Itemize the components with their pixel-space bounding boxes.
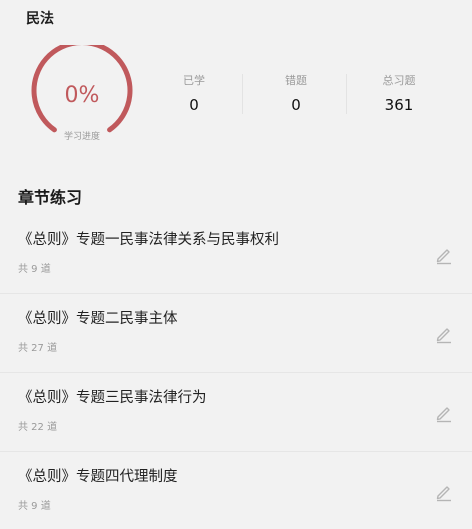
chapter-title: 《总则》专题四代理制度	[18, 469, 178, 485]
edit-icon[interactable]	[434, 403, 454, 423]
stat-total: 总习题 361	[354, 72, 444, 114]
chapter-list: 《总则》专题一民事法律关系与民事权利 共 9 道 《总则》专题二民事主体 共 2…	[0, 215, 472, 529]
stat-value: 0	[189, 96, 199, 114]
stat-divider	[242, 74, 243, 114]
section-title: 章节练习	[18, 188, 83, 207]
stat-label: 总习题	[382, 74, 416, 87]
study-progress-ring: 0% 学习进度	[30, 45, 134, 149]
chapter-count: 共 22 道	[18, 422, 58, 433]
chapter-item[interactable]: 《总则》专题一民事法律关系与民事权利 共 9 道	[0, 215, 472, 294]
stat-value: 0	[291, 96, 301, 114]
page-title: 民法	[26, 11, 54, 27]
stat-value: 361	[384, 96, 414, 114]
chapter-title: 《总则》专题二民事主体	[18, 311, 178, 327]
chapter-item[interactable]: 《总则》专题四代理制度 共 9 道	[0, 452, 472, 529]
edit-icon[interactable]	[434, 324, 454, 344]
chapter-count: 共 9 道	[18, 501, 51, 512]
chapter-item[interactable]: 《总则》专题二民事主体 共 27 道	[0, 294, 472, 373]
stat-divider	[346, 74, 347, 114]
chapter-item[interactable]: 《总则》专题三民事法律行为 共 22 道	[0, 373, 472, 452]
progress-caption: 学习进度	[63, 132, 100, 142]
stat-wrong: 错题 0	[251, 72, 341, 114]
stat-label: 已学	[183, 74, 205, 87]
progress-percent: 0%	[64, 83, 100, 108]
chapter-title: 《总则》专题一民事法律关系与民事权利	[18, 232, 279, 248]
edit-icon[interactable]	[434, 482, 454, 502]
stat-learned: 已学 0	[149, 72, 239, 114]
stat-label: 错题	[285, 74, 307, 87]
edit-icon[interactable]	[434, 245, 454, 265]
chapter-title: 《总则》专题三民事法律行为	[18, 390, 207, 406]
chapter-count: 共 27 道	[18, 343, 58, 354]
chapter-count: 共 9 道	[18, 264, 51, 275]
